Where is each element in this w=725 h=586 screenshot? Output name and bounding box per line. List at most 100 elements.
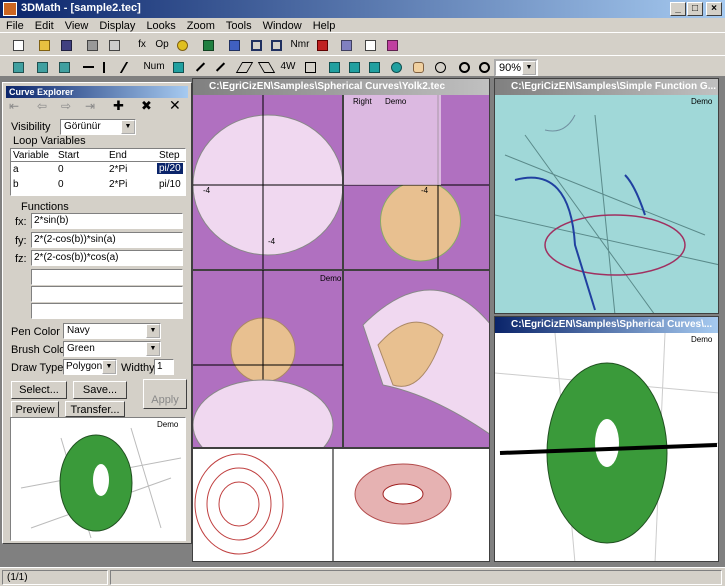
column-header[interactable]: Variable [13,150,49,161]
palette-icon[interactable] [172,35,192,55]
menu-zoom[interactable]: Zoom [181,18,220,32]
calculator-icon[interactable] [336,35,356,55]
zoom-out-icon[interactable] [474,57,494,77]
add-icon[interactable]: ✚ [113,98,124,114]
first-icon[interactable]: ⇤ [9,99,19,113]
open-icon[interactable] [34,35,54,55]
line-icon[interactable] [190,57,210,77]
column-header[interactable]: Start [58,150,79,161]
loop-cell[interactable]: a [13,164,19,175]
pen-color-select[interactable]: Navy ▼ [63,323,161,339]
close-button[interactable]: × [706,2,722,16]
document-window-yolk[interactable]: C:\EgriCizEN\Samples\Spherical Curves\Yo… [192,78,490,448]
loop-cell[interactable]: 0 [58,164,64,175]
help-icon[interactable] [360,35,380,55]
screen-icon[interactable] [198,35,218,55]
num-button[interactable]: Num [142,57,166,77]
loop-variables-table[interactable]: Variable Start End Step a 0 2*Pi pi/20 b… [10,148,186,196]
grid-side-icon[interactable] [54,57,74,77]
pen-icon[interactable] [210,57,230,77]
cube-icon[interactable] [168,57,188,77]
preview-tab[interactable]: Preview [11,401,59,417]
hand-icon[interactable] [408,57,428,77]
split-vertical-icon[interactable] [266,35,286,55]
fz-input[interactable]: 2*(2-cos(b))*cos(a) [31,250,183,266]
flat-grid-icon[interactable] [300,57,320,77]
loop-cell[interactable]: 0 [58,179,64,190]
axis-z-icon[interactable] [118,57,138,77]
chevron-down-icon: ▼ [522,61,536,75]
visibility-select[interactable]: Görünür ▼ [60,119,136,135]
save-curve-button[interactable]: Save... [73,381,127,399]
loop-cell[interactable]: pi/10 [159,179,181,190]
print-icon[interactable] [82,35,102,55]
cube-top-icon[interactable] [364,57,384,77]
select-button[interactable]: Select... [11,381,67,399]
loop-cell[interactable]: 2*Pi [109,179,127,190]
zoom-value: 90% [499,62,522,74]
apply-button[interactable]: Apply [143,379,187,409]
nmr-button[interactable]: Nmr [288,35,312,55]
fourw-button[interactable]: 4W [278,57,298,77]
brush-color-value: Green [67,343,95,354]
chevron-down-icon: ▼ [146,324,160,338]
menu-help[interactable]: Help [307,18,341,32]
zoom-in-icon[interactable] [454,57,474,77]
split-horizontal-icon[interactable] [246,35,266,55]
document-window-torus[interactable]: C:\EgriCizEN\Samples\Spherical Curves\..… [494,316,719,562]
close-icon[interactable]: ✕ [169,97,181,114]
op-button[interactable]: Op [152,35,172,55]
plane-icon[interactable] [234,57,254,77]
menu-window[interactable]: Window [257,18,307,32]
fx-button[interactable]: fx [132,35,152,55]
fx-input[interactable]: 2*sin(b) [31,213,183,229]
menu-file[interactable]: File [0,18,29,32]
grid-tilt-icon[interactable] [32,57,52,77]
cube-side-icon[interactable] [344,57,364,77]
extra-function-input[interactable] [31,269,183,285]
extra-function-input[interactable] [31,286,183,302]
axis-x-icon[interactable] [78,57,98,77]
rotate-icon[interactable] [386,57,406,77]
grid-icon[interactable] [8,57,28,77]
loop-cell[interactable]: pi/20 [157,163,183,174]
move-icon[interactable] [430,57,450,77]
perspective-icon[interactable] [256,57,276,77]
tile-icon[interactable] [224,35,244,55]
menu-edit[interactable]: Edit [29,18,59,32]
transfer-button[interactable]: Transfer... [65,401,125,417]
menu-tools[interactable]: Tools [220,18,257,32]
preview-tab-label: Preview [15,404,55,416]
cube-front-icon[interactable] [324,57,344,77]
loop-cell[interactable]: b [13,179,19,190]
minimize-button[interactable]: _ [670,2,686,16]
delete-icon[interactable]: ✖ [141,98,152,114]
book-icon[interactable] [382,35,402,55]
preview-pane: Demo [10,417,186,541]
yolk-demo-label-2: Demo [320,274,342,283]
tools-icon[interactable] [312,35,332,55]
new-icon[interactable] [8,35,28,55]
axis-y-icon[interactable] [98,57,118,77]
last-icon[interactable]: ⇥ [85,99,95,113]
draw-type-select[interactable]: Polygon ▼ [63,359,117,375]
column-header[interactable]: Step [159,150,180,161]
menu-display[interactable]: Display [93,18,140,32]
brush-color-select[interactable]: Green ▼ [63,341,161,357]
yolk-right-label: Right [353,97,372,106]
next-icon[interactable]: ⇨ [61,99,71,113]
fy-input[interactable]: 2*(2-cos(b))*sin(a) [31,232,183,248]
maximize-button[interactable]: □ [687,2,703,16]
menu-view[interactable]: View [59,18,94,32]
menu-looks[interactable]: Looks [140,18,180,32]
width-input[interactable]: 1 [154,359,174,375]
extra-function-input[interactable] [31,303,183,319]
column-header[interactable]: End [109,150,127,161]
simple-demo-label: Demo [691,97,713,106]
zoom-select[interactable]: 90% ▼ [494,59,538,77]
loop-cell[interactable]: 2*Pi [109,164,127,175]
save-icon[interactable] [56,35,76,55]
copy-icon[interactable] [104,35,124,55]
document-window-simple-function[interactable]: C:\EgriCizEN\Samples\Simple Function G..… [494,78,719,314]
previous-icon[interactable]: ⇦ [37,99,47,113]
